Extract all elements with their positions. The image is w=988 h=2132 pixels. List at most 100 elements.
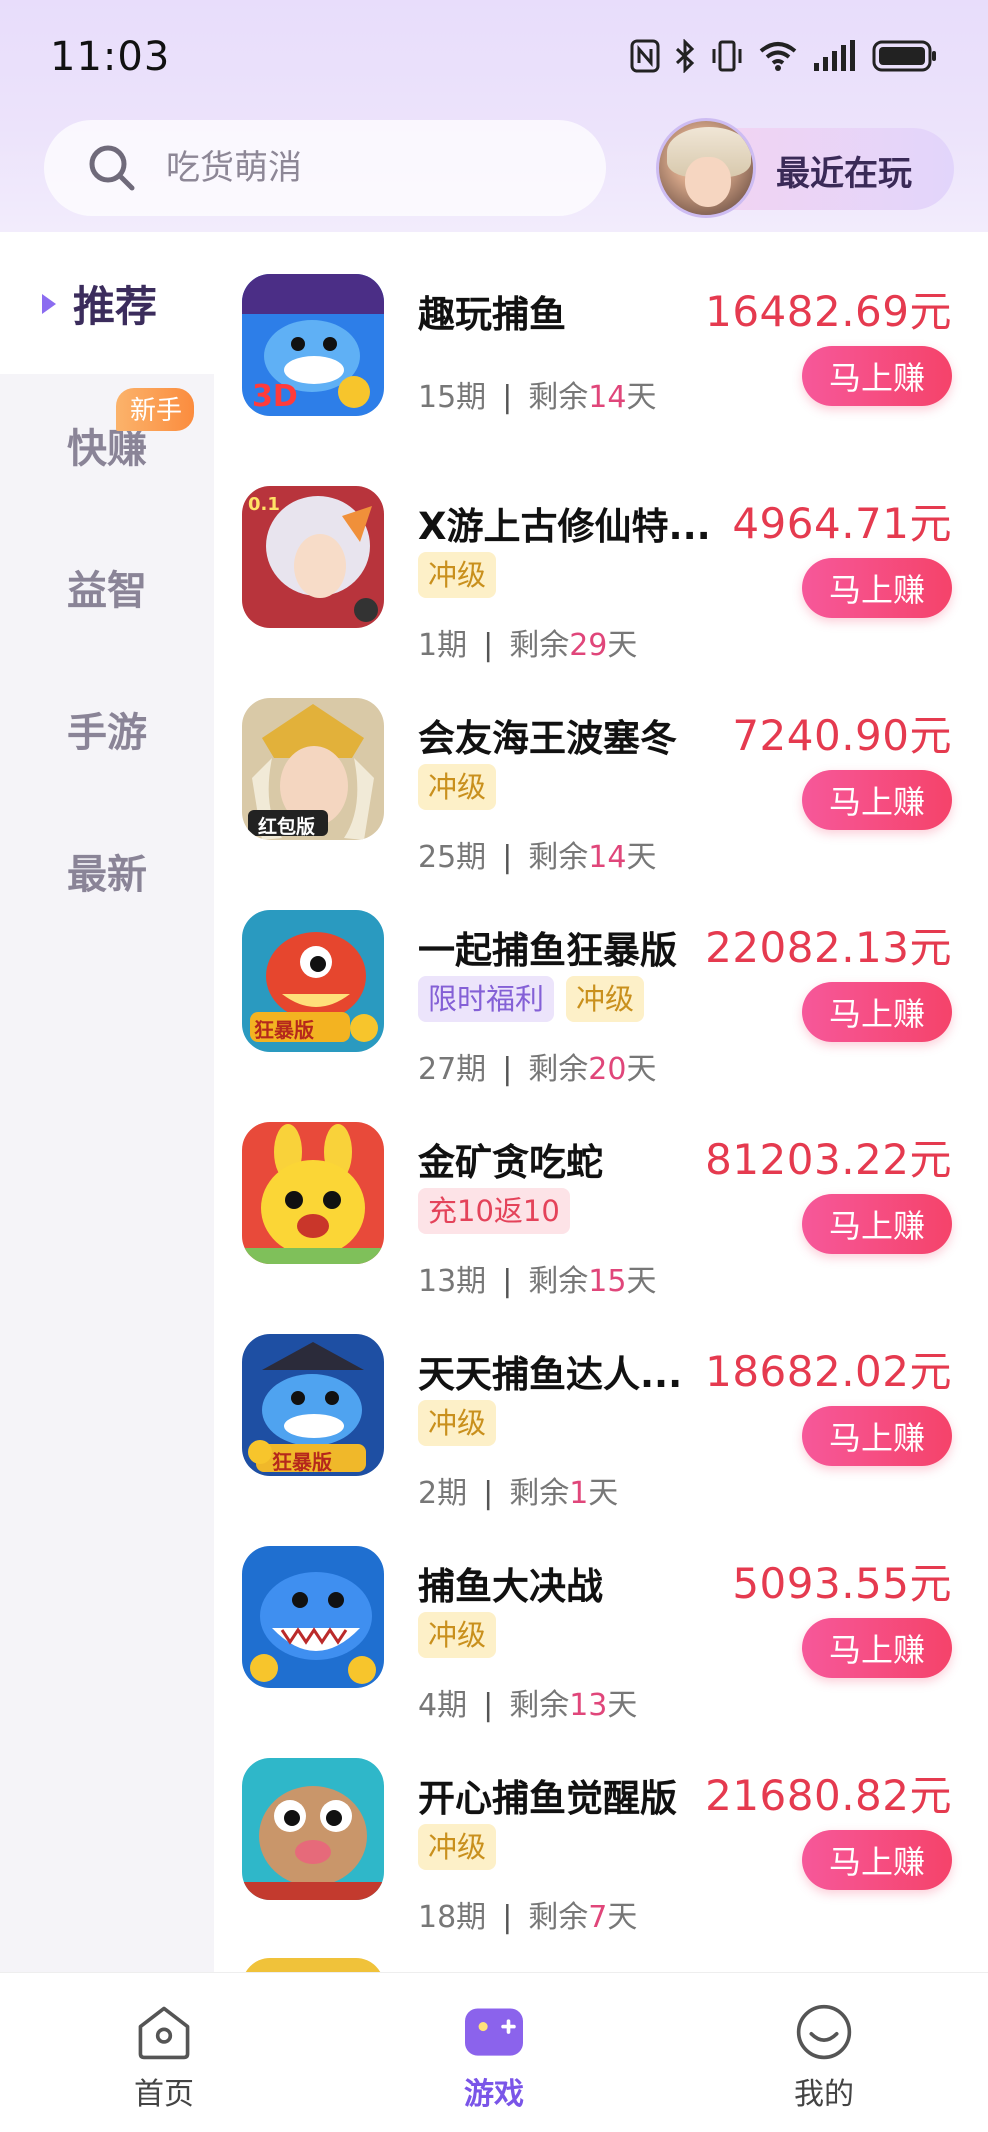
- game-name: 趣玩捕鱼: [418, 293, 566, 336]
- home-icon: [138, 2006, 190, 2060]
- earn-now-button[interactable]: 马上赚: [802, 346, 952, 406]
- sidebar-item-quick-earn[interactable]: 快赚 新手: [0, 374, 214, 516]
- game-item[interactable]: 3D 趣玩捕鱼 15期 | 剩余14天 16482.69元 马上赚: [214, 232, 988, 444]
- search-box[interactable]: [44, 120, 606, 216]
- game-tags: 冲级: [418, 1400, 497, 1446]
- tag-level-up: 冲级: [418, 1612, 497, 1658]
- game-name: 开心捕鱼觉醒版: [418, 1777, 677, 1820]
- nfc-icon: [630, 39, 660, 73]
- new-user-badge: 新手: [116, 388, 195, 431]
- recent-play-button[interactable]: 最近在玩: [656, 118, 954, 218]
- tab-games[interactable]: 游戏: [394, 1973, 594, 2113]
- game-tags: 冲级: [418, 552, 497, 598]
- xian-warrior-icon: 0.1: [242, 486, 384, 628]
- tag-level-up: 冲级: [418, 764, 497, 810]
- game-item[interactable]: 红包版 会友海王波塞冬 冲级 25期 | 剩余14天 7240.90元 马上赚: [214, 656, 988, 875]
- earn-now-button[interactable]: 马上赚: [802, 1618, 952, 1678]
- game-item-partial[interactable]: [214, 1928, 988, 1972]
- svg-text:0.1: 0.1: [248, 494, 280, 515]
- search-input[interactable]: [166, 148, 566, 188]
- search-icon: [89, 145, 135, 191]
- reward-amount: 16482.69元: [705, 287, 952, 336]
- pufferfish-icon: [242, 1758, 384, 1900]
- game-period: 15期: [418, 380, 487, 415]
- gamepad-icon: [465, 2008, 523, 2056]
- status-time: 11:03: [50, 34, 171, 80]
- reward-amount: 81203.22元: [705, 1135, 952, 1184]
- tab-label: 游戏: [464, 2077, 524, 2112]
- bottom-tab-bar: 首页 游戏 我的: [0, 1972, 988, 2132]
- tab-label: 我的: [794, 2077, 854, 2112]
- reward-amount: 18682.02元: [705, 1347, 952, 1396]
- tag-level-up: 冲级: [418, 1400, 497, 1446]
- recent-game-avatar: [656, 118, 756, 218]
- game-item[interactable]: 0.1 X游上古修仙特... 冲级 1期 | 剩余29天 4964.71元 马上赚: [214, 444, 988, 663]
- game-name: 捕鱼大决战: [418, 1565, 603, 1608]
- remain-days: 14: [588, 380, 627, 415]
- dragon-fish-icon: 狂暴版: [242, 910, 384, 1052]
- sidebar-item-label: 益智: [67, 568, 147, 614]
- remain-suffix: 天: [626, 380, 657, 415]
- status-bar: 11:03: [0, 0, 988, 112]
- reward-amount: 21680.82元: [705, 1771, 952, 1820]
- game-item[interactable]: 狂暴版 天天捕鱼达人... 冲级 2期 | 剩余1天 18682.02元 马上赚: [214, 1292, 988, 1511]
- sidebar-item-puzzle[interactable]: 益智: [0, 516, 214, 658]
- sidebar-item-label: 最新: [67, 852, 147, 898]
- sidebar-item-label: 推荐: [72, 281, 157, 331]
- shark-game-icon: 3D: [242, 274, 384, 416]
- earn-now-button[interactable]: 马上赚: [802, 770, 952, 830]
- game-item[interactable]: 狂暴版 一起捕鱼狂暴版 限时福利 冲级 27期 | 剩余20天 22082.13元 …: [214, 868, 988, 1087]
- tag-limited-welfare: 限时福利: [418, 976, 555, 1022]
- battery-icon: [872, 40, 936, 72]
- game-tags: 冲级: [418, 1824, 497, 1870]
- rabbit-snake-icon: [242, 1122, 384, 1264]
- earn-now-button[interactable]: 马上赚: [802, 1194, 952, 1254]
- reward-amount: 4964.71元: [732, 499, 952, 548]
- tag-level-up: 冲级: [418, 1824, 497, 1870]
- earn-now-button[interactable]: 马上赚: [802, 1406, 952, 1466]
- wifi-icon: [759, 42, 797, 71]
- earn-now-button[interactable]: 马上赚: [802, 558, 952, 618]
- game-meta: 15期 | 剩余14天: [418, 380, 657, 415]
- tab-mine[interactable]: 我的: [724, 1973, 924, 2113]
- game-name: 一起捕鱼狂暴版: [418, 929, 677, 972]
- game-tags: 充10返10: [418, 1188, 570, 1234]
- category-sidebar: 推荐 快赚 新手 益智 手游 最新: [0, 232, 214, 1972]
- pirate-shark-icon: 狂暴版: [242, 1334, 384, 1476]
- game-name: X游上古修仙特...: [418, 505, 711, 548]
- poseidon-icon: 红包版: [242, 698, 384, 840]
- recent-play-label: 最近在玩: [776, 154, 912, 194]
- bluetooth-icon: [675, 39, 695, 73]
- earn-now-button[interactable]: 马上赚: [802, 982, 952, 1042]
- vibrate-icon: [712, 40, 742, 72]
- blue-shark-icon: [242, 1546, 384, 1688]
- game-item[interactable]: 金矿贪吃蛇 充10返10 13期 | 剩余15天 81203.22元 马上赚: [214, 1080, 988, 1299]
- tab-home[interactable]: 首页: [64, 1973, 264, 2113]
- sidebar-item-newest[interactable]: 最新: [0, 800, 214, 942]
- smiley-icon: [796, 2004, 852, 2060]
- header: 11:03 最近在玩: [0, 0, 988, 232]
- status-icons: [630, 36, 938, 76]
- sidebar-item-recommend[interactable]: 推荐: [0, 232, 214, 374]
- game-item[interactable]: 开心捕鱼觉醒版 冲级 18期 | 剩余7天 21680.82元 马上赚: [214, 1716, 988, 1935]
- reward-amount: 7240.90元: [732, 711, 952, 760]
- partial-game-icon: [242, 1958, 384, 1972]
- sidebar-item-label: 手游: [67, 710, 147, 756]
- reward-amount: 22082.13元: [705, 923, 952, 972]
- tag-level-up: 冲级: [566, 976, 645, 1022]
- signal-icon: [814, 40, 855, 71]
- sidebar-item-mobile-games[interactable]: 手游: [0, 658, 214, 800]
- game-item[interactable]: 捕鱼大决战 冲级 4期 | 剩余13天 5093.55元 马上赚: [214, 1504, 988, 1723]
- game-name: 会友海王波塞冬: [418, 717, 677, 760]
- game-tags: 冲级: [418, 1612, 497, 1658]
- game-tags: 冲级: [418, 764, 497, 810]
- game-name: 金矿贪吃蛇: [418, 1141, 603, 1184]
- tag-level-up: 冲级: [418, 552, 497, 598]
- tag-recharge-bonus: 充10返10: [418, 1188, 570, 1234]
- svg-text:3D: 3D: [252, 379, 298, 414]
- reward-amount: 5093.55元: [732, 1559, 952, 1608]
- tab-label: 首页: [134, 2077, 194, 2112]
- earn-now-button[interactable]: 马上赚: [802, 1830, 952, 1890]
- game-list: 3D 趣玩捕鱼 15期 | 剩余14天 16482.69元 马上赚 0.1 X游上古…: [214, 232, 988, 1972]
- game-name: 天天捕鱼达人...: [418, 1353, 683, 1396]
